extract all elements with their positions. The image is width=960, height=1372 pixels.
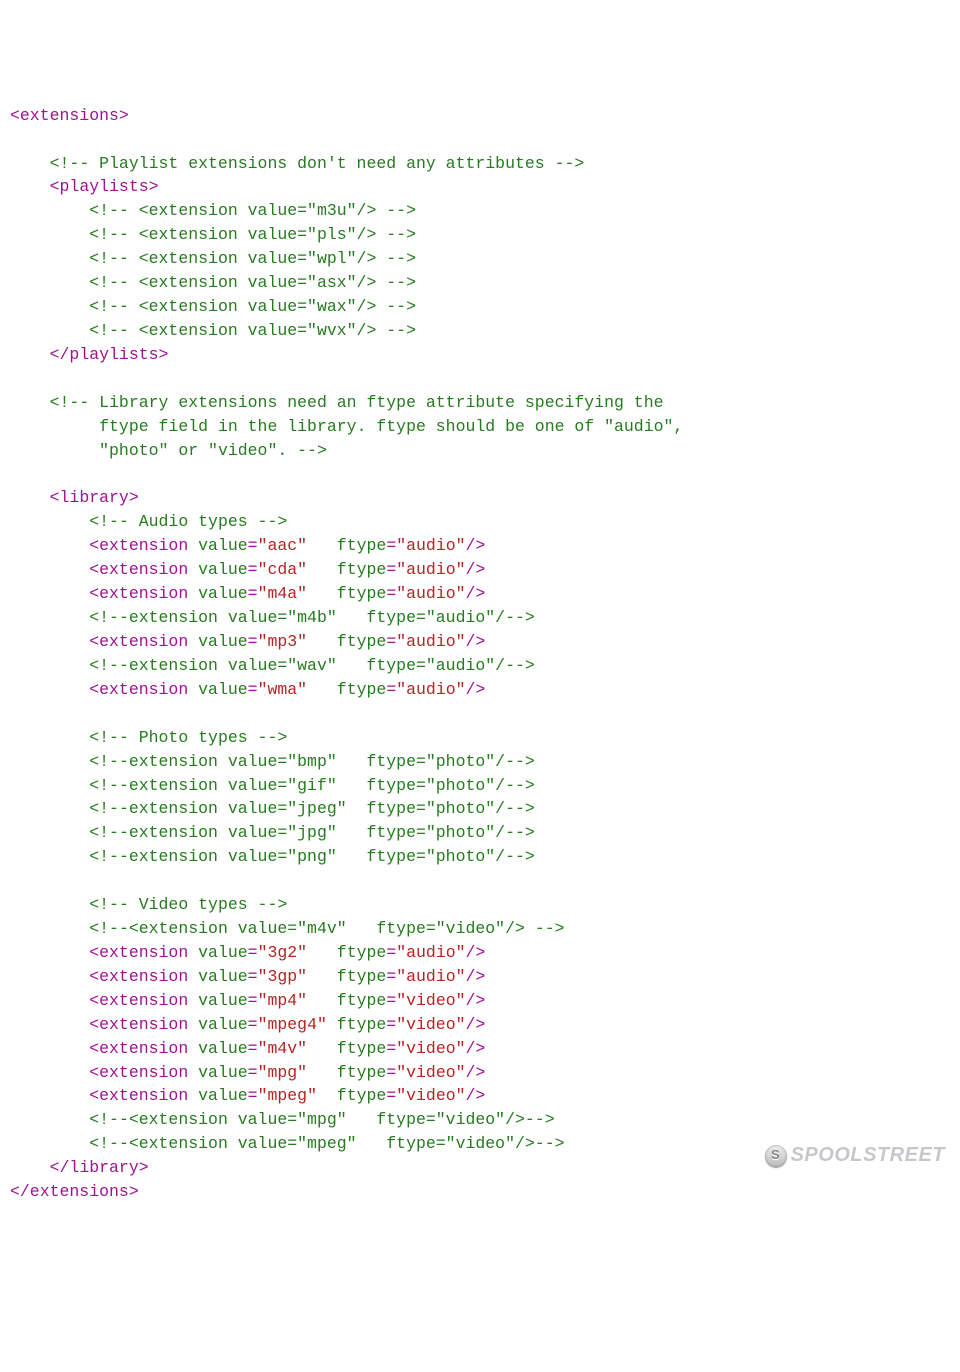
xml-code-block: <extensions> <!-- Playlist extensions do… xyxy=(10,104,950,1204)
watermark: SPOOLSTREET xyxy=(765,1141,945,1170)
watermark-icon xyxy=(765,1145,787,1167)
watermark-text: SPOOLSTREET xyxy=(791,1141,945,1170)
